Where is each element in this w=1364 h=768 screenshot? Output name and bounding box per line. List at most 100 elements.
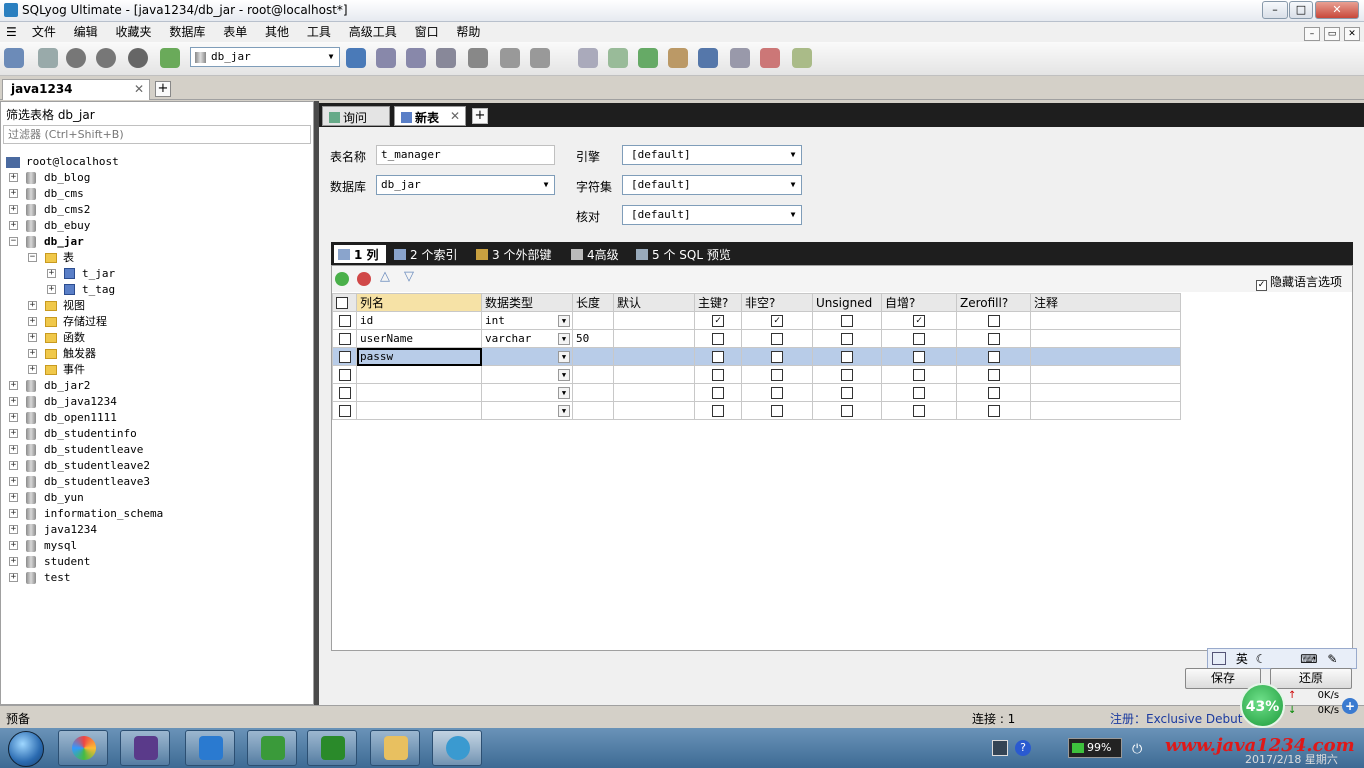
new-query-icon[interactable] (38, 48, 58, 68)
chevron-down-icon[interactable]: ▼ (558, 315, 570, 327)
menu-database[interactable]: 数据库 (169, 22, 205, 42)
column-name-cell[interactable]: userName (356, 329, 482, 348)
ime-language-toggle[interactable]: 英 (1236, 652, 1248, 666)
expand-icon[interactable]: + (28, 317, 37, 326)
refresh-icon[interactable] (160, 48, 180, 68)
chevron-down-icon[interactable]: ▼ (785, 176, 801, 194)
expand-icon[interactable]: + (9, 381, 18, 390)
column-name-cell[interactable] (356, 365, 482, 384)
tree-item-table[interactable]: + t_tag (0, 282, 312, 298)
tree-item-current-database[interactable]: − db_jar (0, 234, 312, 250)
taskbar-app-word[interactable] (185, 730, 235, 766)
checkbox-ai[interactable] (881, 347, 957, 366)
checkbox-unsigned[interactable] (812, 365, 882, 384)
checkbox-pk[interactable] (694, 401, 742, 420)
header-zerofill[interactable]: Zerofill? (956, 293, 1031, 312)
filter-input[interactable]: 过滤器 (Ctrl+Shift+B) (3, 125, 311, 144)
checkbox-zf[interactable] (956, 347, 1031, 366)
length-cell[interactable] (572, 383, 614, 402)
tree-item-database[interactable]: + db_blog (0, 170, 312, 186)
data-sync-icon[interactable] (608, 48, 628, 68)
delete-row-icon[interactable] (357, 272, 371, 286)
new-connection-icon[interactable] (4, 48, 24, 68)
chevron-down-icon[interactable]: ▼ (785, 206, 801, 224)
expand-icon[interactable]: + (47, 269, 56, 278)
default-cell[interactable] (613, 347, 695, 366)
chevron-down-icon[interactable]: ▼ (558, 369, 570, 381)
close-button[interactable]: ✕ (1315, 1, 1359, 19)
tree-item-database[interactable]: + java1234 (0, 522, 312, 538)
tab-query[interactable]: 询问 (322, 106, 390, 126)
expand-icon[interactable]: + (28, 349, 37, 358)
data-type-cell[interactable]: ▼ (481, 365, 573, 384)
length-cell[interactable] (572, 401, 614, 420)
plus-icon[interactable]: + (1342, 698, 1358, 714)
table-row[interactable]: ▼ (332, 401, 1181, 420)
menu-advanced-tools[interactable]: 高级工具 (349, 22, 397, 42)
tab-sql-preview[interactable]: 5 个 SQL 预览 (632, 245, 740, 263)
ime-keyboard-icon[interactable]: ⌨ (1300, 652, 1317, 666)
collapse-icon[interactable]: − (28, 253, 37, 262)
table-row[interactable]: userName varchar ▼ 50 (332, 329, 1181, 348)
tree-folder[interactable]: + 事件 (0, 362, 312, 378)
checkbox-ai[interactable] (881, 383, 957, 402)
restore-icon[interactable] (406, 48, 426, 68)
tree-folder[interactable]: + 函数 (0, 330, 312, 346)
tree-item-database[interactable]: + db_studentleave2 (0, 458, 312, 474)
expand-icon[interactable]: + (28, 365, 37, 374)
table-row[interactable]: id int ▼ ✓ ✓ ✓ (332, 311, 1181, 330)
collation-select[interactable]: [default] ▼ (622, 205, 802, 225)
tree-item-database[interactable]: + db_java1234 (0, 394, 312, 410)
menu-window[interactable]: 窗口 (415, 22, 439, 42)
menu-favorites[interactable]: 收藏夹 (116, 22, 152, 42)
checkbox-pk[interactable] (694, 329, 742, 348)
select-all-checkbox[interactable] (332, 293, 357, 312)
tree-item-database[interactable]: + db_studentleave3 (0, 474, 312, 490)
visual-diff-icon[interactable] (792, 48, 812, 68)
chevron-down-icon[interactable]: ▼ (785, 146, 801, 164)
default-cell[interactable] (613, 383, 695, 402)
tree-item-database[interactable]: + test (0, 570, 312, 586)
header-default[interactable]: 默认 (613, 293, 695, 312)
chevron-down-icon[interactable]: ▼ (558, 387, 570, 399)
tab-advanced[interactable]: 4高级 (567, 245, 627, 263)
header-length[interactable]: 长度 (572, 293, 614, 312)
checkbox-pk[interactable] (694, 383, 742, 402)
connection-tab[interactable]: java1234 ✕ (2, 79, 150, 100)
migration-icon[interactable] (668, 48, 688, 68)
tree-root-server[interactable]: root@localhost (0, 154, 312, 170)
checkbox-nn[interactable] (741, 365, 813, 384)
schema-designer-icon[interactable] (468, 48, 488, 68)
expand-icon[interactable]: + (9, 509, 18, 518)
comment-cell[interactable] (1030, 401, 1181, 420)
length-cell[interactable] (572, 365, 614, 384)
row-select-checkbox[interactable] (332, 401, 357, 420)
revert-button[interactable]: 还原 (1270, 668, 1352, 689)
data-type-cell[interactable]: int ▼ (481, 311, 573, 330)
chevron-down-icon[interactable]: ▼ (558, 405, 570, 417)
tree-item-database[interactable]: + db_jar2 (0, 378, 312, 394)
engine-select[interactable]: [default] ▼ (622, 145, 802, 165)
column-name-cell[interactable] (356, 383, 482, 402)
data-type-cell[interactable]: ▼ (481, 347, 573, 366)
registration-link[interactable]: 注册：Exclusive Debut (1110, 710, 1242, 727)
mdi-close-button[interactable]: ✕ (1344, 27, 1360, 41)
expand-icon[interactable]: + (9, 461, 18, 470)
ime-tools-icon[interactable]: ✎ (1327, 652, 1337, 666)
menu-edit[interactable]: 编辑 (74, 22, 98, 42)
tray-screen-icon[interactable] (992, 740, 1008, 756)
table-row[interactable]: ▼ (332, 383, 1181, 402)
execute-icon[interactable] (66, 48, 86, 68)
tree-item-database[interactable]: + db_studentleave (0, 442, 312, 458)
column-name-cell[interactable] (356, 401, 482, 420)
scheduler-icon[interactable] (730, 48, 750, 68)
minimize-button[interactable]: – (1262, 1, 1288, 19)
checkbox-ai[interactable] (881, 401, 957, 420)
checkbox-zf[interactable] (956, 365, 1031, 384)
expand-icon[interactable]: + (9, 205, 18, 214)
tree-folder[interactable]: + 视图 (0, 298, 312, 314)
checkbox-unsigned[interactable] (812, 347, 882, 366)
table-diagnostics-icon[interactable] (530, 48, 550, 68)
chevron-down-icon[interactable]: ▼ (558, 333, 570, 345)
default-cell[interactable] (613, 365, 695, 384)
